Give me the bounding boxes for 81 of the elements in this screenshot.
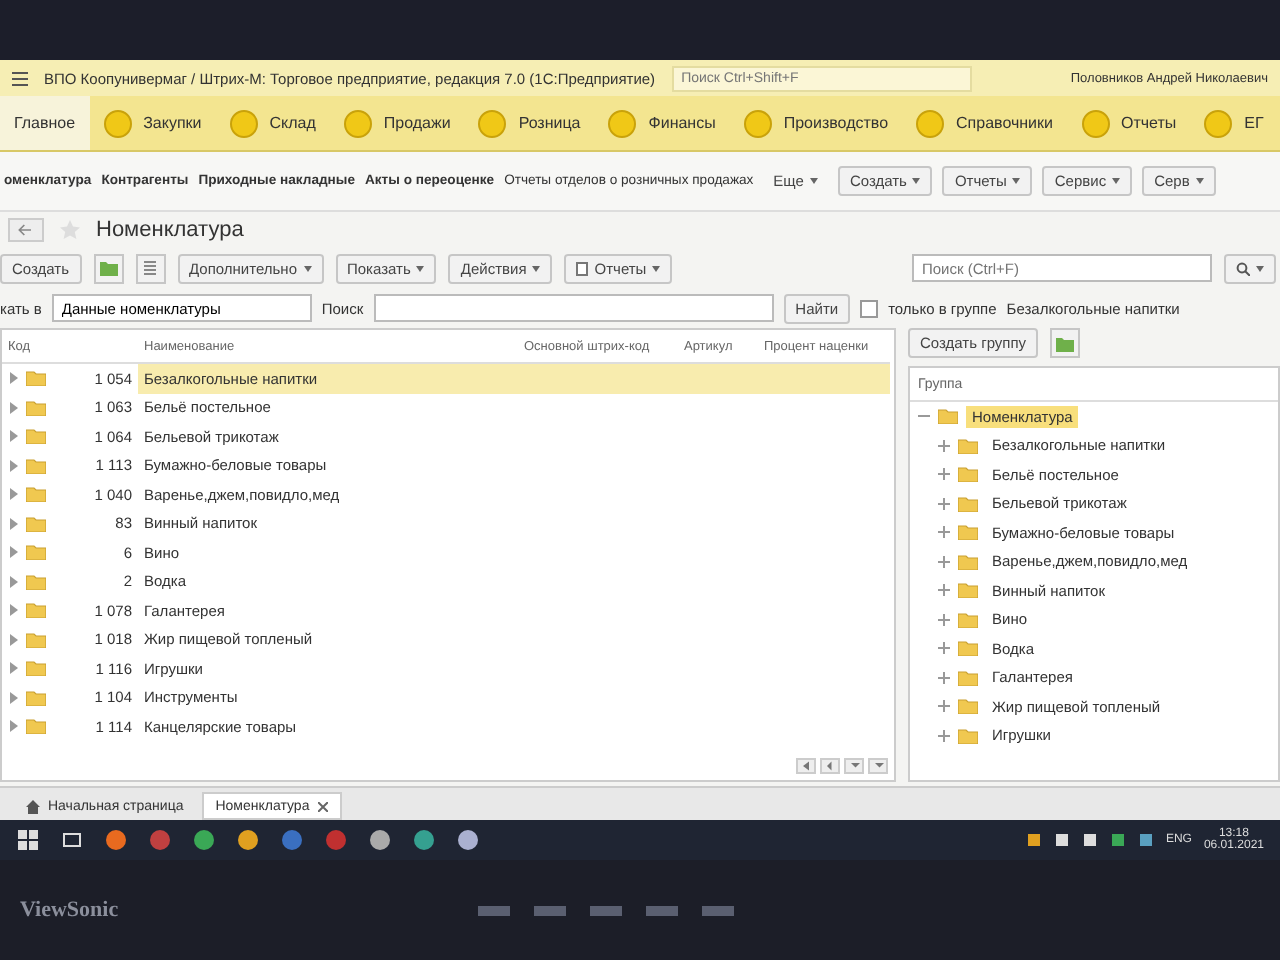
section-tab[interactable]: Розница — [464, 96, 595, 150]
section-icon — [343, 109, 372, 137]
section-icon — [916, 109, 945, 137]
section-tab[interactable]: Финансы — [594, 96, 730, 150]
plus-icon[interactable] — [938, 642, 950, 655]
task-view-icon[interactable] — [60, 828, 84, 852]
table-cell — [758, 364, 890, 393]
app-icon[interactable] — [456, 828, 480, 852]
section-tab[interactable]: Закупки — [89, 96, 216, 150]
plus-icon[interactable] — [938, 497, 950, 510]
pager-button[interactable] — [820, 758, 840, 774]
add-folder-button[interactable] — [93, 253, 124, 283]
start-icon[interactable] — [16, 828, 40, 852]
app-icon[interactable] — [368, 828, 392, 852]
expand-arrow-icon[interactable] — [8, 633, 18, 646]
app-icon[interactable] — [412, 828, 436, 852]
plus-icon[interactable] — [938, 555, 950, 568]
plus-icon[interactable] — [938, 671, 950, 684]
plus-icon[interactable] — [938, 613, 950, 626]
back-button[interactable] — [8, 218, 44, 242]
section-tab[interactable]: Справочники — [902, 96, 1067, 150]
minus-icon[interactable] — [918, 410, 930, 423]
expand-arrow-icon[interactable] — [8, 691, 18, 704]
expand-arrow-icon[interactable] — [8, 401, 18, 414]
section-icon — [1204, 109, 1233, 137]
section-icon — [608, 109, 637, 137]
expand-arrow-icon[interactable] — [8, 720, 18, 733]
plus-icon[interactable] — [938, 468, 950, 481]
section-icon — [229, 109, 258, 137]
home-icon — [26, 799, 40, 813]
search-button[interactable] — [1224, 253, 1276, 283]
monitor-button[interactable] — [478, 905, 511, 915]
expand-arrow-icon[interactable] — [8, 459, 18, 472]
app-icon[interactable] — [236, 828, 260, 852]
monitor-brand: ViewSonic — [20, 898, 119, 922]
plus-icon[interactable] — [938, 526, 950, 539]
monitor-button[interactable] — [590, 905, 623, 915]
expand-arrow-icon[interactable] — [8, 575, 18, 588]
section-icon — [743, 109, 772, 137]
search-input[interactable] — [373, 294, 774, 322]
expand-arrow-icon[interactable] — [8, 546, 18, 559]
expand-arrow-icon[interactable] — [8, 517, 18, 530]
monitor-button[interactable] — [702, 905, 735, 915]
list-button[interactable] — [135, 253, 166, 283]
close-icon[interactable] — [317, 801, 328, 811]
plus-icon[interactable] — [938, 729, 950, 742]
monitor-button[interactable] — [534, 905, 567, 915]
list-icon — [144, 260, 157, 276]
section-tab[interactable]: Продажи — [329, 96, 465, 150]
expand-arrow-icon[interactable] — [8, 604, 18, 617]
folder-icon — [99, 260, 118, 276]
expand-arrow-icon[interactable] — [8, 662, 18, 675]
search-icon — [1236, 261, 1250, 275]
expand-arrow-icon[interactable] — [8, 372, 18, 385]
pager-button[interactable] — [868, 758, 888, 774]
app-icon[interactable] — [104, 828, 128, 852]
plus-icon[interactable] — [938, 700, 950, 713]
section-icon — [103, 109, 132, 137]
section-tab[interactable]: Главное — [0, 96, 90, 150]
add-folder-button[interactable] — [1050, 328, 1081, 358]
section-icon — [1081, 109, 1109, 137]
section-tab[interactable]: Склад — [215, 96, 330, 150]
pager-button[interactable] — [844, 758, 864, 774]
checkbox[interactable] — [860, 299, 879, 317]
form-title: Номенклатура — [96, 218, 244, 242]
pager-button[interactable] — [796, 758, 816, 774]
menu-icon[interactable] — [12, 71, 28, 85]
document-icon — [576, 261, 589, 275]
section-tab[interactable]: ЕГ — [1190, 96, 1278, 150]
plus-icon[interactable] — [938, 584, 950, 597]
folder-icon — [1056, 335, 1075, 351]
app-icon[interactable] — [192, 828, 216, 852]
plus-icon[interactable] — [938, 439, 950, 452]
section-tab[interactable]: Производство — [729, 96, 903, 150]
section-tab[interactable]: Отчеты — [1067, 96, 1191, 150]
app-icon[interactable] — [280, 828, 304, 852]
section-icon — [478, 109, 507, 137]
app-icon[interactable] — [148, 828, 172, 852]
expand-arrow-icon[interactable] — [8, 430, 18, 443]
expand-arrow-icon[interactable] — [8, 488, 18, 501]
monitor-button[interactable] — [646, 905, 679, 915]
